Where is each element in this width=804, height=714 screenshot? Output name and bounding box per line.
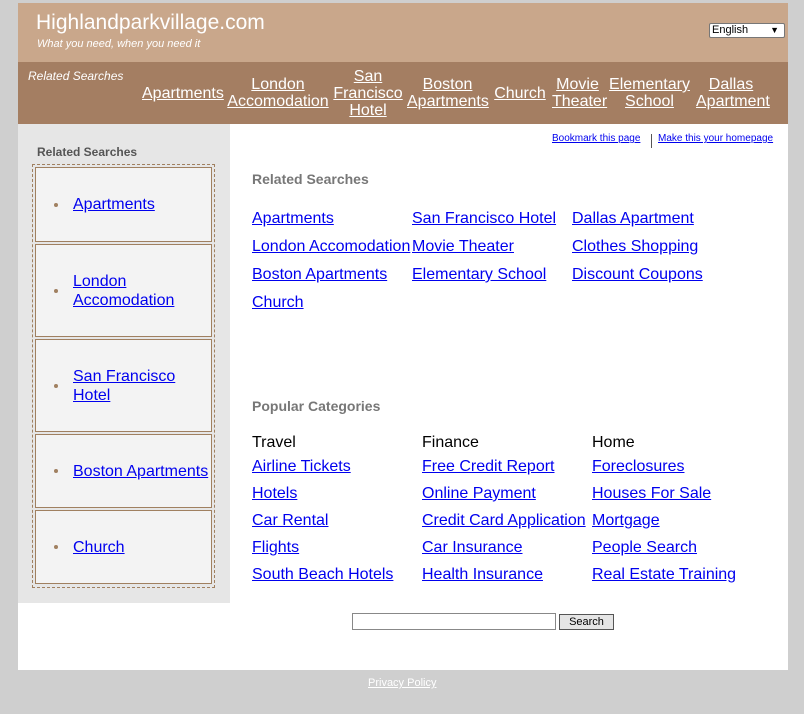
sidebar-title: Related Searches [37,145,138,159]
category-link[interactable]: Free Credit Report [422,453,586,480]
related-column-2: San Francisco Hotel Movie Theater Elemen… [412,205,556,289]
category-link[interactable]: Houses For Sale [592,480,736,507]
search-button[interactable]: Search [559,614,614,630]
category-link[interactable]: South Beach Hotels [252,561,393,588]
site-title[interactable]: Highlandparkvillage.com [36,11,265,35]
sidebar-item-church: Church [35,510,212,584]
sidebar-link-san-francisco-hotel[interactable]: San Francisco Hotel [73,367,183,405]
sidebar-item-san-francisco-hotel: San Francisco Hotel [35,339,212,432]
category-link[interactable]: Car Rental [252,507,393,534]
related-link[interactable]: Discount Coupons [572,261,703,289]
top-nav-link-dallas-apartment[interactable]: Dallas Apartment [694,76,770,110]
bullet-icon [54,469,58,473]
privacy-policy-link[interactable]: Privacy Policy [368,677,436,689]
tagline: What you need, when you need it [37,38,201,50]
category-home: Home Foreclosures Houses For Sale Mortga… [592,433,736,588]
related-link[interactable]: Dallas Apartment [572,205,703,233]
related-column-3: Dallas Apartment Clothes Shopping Discou… [572,205,703,289]
sidebar-item-boston-apartments: Boston Apartments [35,434,212,508]
popular-categories-title: Popular Categories [252,398,381,414]
bullet-icon [54,545,58,549]
top-nav-label: Related Searches [28,69,124,83]
related-link[interactable]: Boston Apartments [252,261,410,289]
category-link[interactable]: People Search [592,534,736,561]
top-nav-link-elementary-school[interactable]: Elementary School [605,76,694,110]
related-link[interactable]: San Francisco Hotel [412,205,556,233]
language-select-value: English [712,24,749,36]
sidebar-link-apartments[interactable]: Apartments [73,195,155,214]
bullet-icon [54,288,58,293]
sidebar-item-apartments: Apartments [35,167,212,242]
sidebar-item-london-accomodation: London Accomodation [35,244,212,337]
category-link[interactable]: Airline Tickets [252,453,393,480]
sidebar-link-boston-apartments[interactable]: Boston Apartments [73,462,208,481]
related-link[interactable]: Movie Theater [412,233,556,261]
category-link[interactable]: Hotels [252,480,393,507]
sidebar-link-london-accomodation[interactable]: London Accomodation [73,272,183,310]
top-nav-link-church[interactable]: Church [490,85,550,102]
category-link[interactable]: Real Estate Training [592,561,736,588]
related-searches-title: Related Searches [252,171,369,187]
language-select[interactable]: English ▼ [709,23,785,38]
related-link[interactable]: Elementary School [412,261,556,289]
search-input[interactable] [352,613,556,630]
category-link[interactable]: Mortgage [592,507,736,534]
bullet-icon [54,202,58,207]
homepage-link[interactable]: Make this your homepage [658,133,773,144]
bullet-icon [54,383,58,388]
top-nav-link-london-accomodation[interactable]: London Accomodation [225,76,331,110]
sidebar: Related Searches Apartments London Accom… [18,124,230,603]
related-link[interactable]: London Accomodation [252,233,410,261]
related-link[interactable]: Church [252,289,410,317]
dropdown-arrow-icon: ▼ [770,25,779,35]
category-heading: Travel [252,434,296,451]
category-link[interactable]: Car Insurance [422,534,586,561]
sidebar-link-church[interactable]: Church [73,538,125,557]
category-link[interactable]: Flights [252,534,393,561]
link-divider [651,134,652,148]
header: Highlandparkvillage.com What you need, w… [18,3,788,62]
related-link[interactable]: Apartments [252,205,410,233]
category-travel: Travel Airline Tickets Hotels Car Rental… [252,433,393,588]
related-link[interactable]: Clothes Shopping [572,233,703,261]
top-nav-link-san-francisco-hotel[interactable]: San Francisco Hotel [331,68,405,119]
top-nav-links: Apartments London Accomodation San Franc… [140,67,770,119]
category-link[interactable]: Credit Card Application [422,507,586,534]
sidebar-list: Apartments London Accomodation San Franc… [32,164,215,588]
related-column-1: Apartments London Accomodation Boston Ap… [252,205,410,317]
top-nav-link-apartments[interactable]: Apartments [140,85,225,102]
top-nav-link-movie-theater[interactable]: Movie Theater [550,76,607,110]
category-heading: Finance [422,434,479,451]
top-nav: Related Searches Apartments London Accom… [18,62,788,124]
category-link[interactable]: Health Insurance [422,561,586,588]
bookmark-link[interactable]: Bookmark this page [552,133,640,144]
category-link[interactable]: Online Payment [422,480,586,507]
category-heading: Home [592,434,635,451]
category-finance: Finance Free Credit Report Online Paymen… [422,433,586,588]
category-link[interactable]: Foreclosures [592,453,736,480]
top-nav-link-boston-apartments[interactable]: Boston Apartments [405,76,490,110]
